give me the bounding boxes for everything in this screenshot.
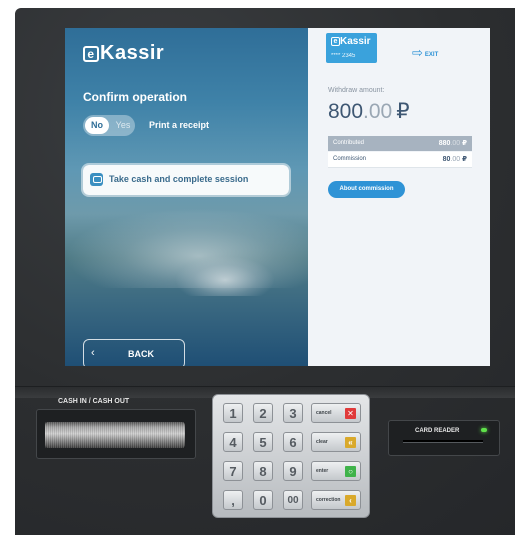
contributed-label: Contributed <box>333 140 365 146</box>
key-8[interactable]: 8 <box>253 461 273 481</box>
contributed-cents: .00 <box>450 140 461 147</box>
back-button[interactable]: ‹ BACK <box>83 339 185 366</box>
key-6[interactable]: 6 <box>283 432 303 452</box>
commission-cents: .00 <box>450 156 461 163</box>
take-cash-label: Take cash and complete session <box>109 174 249 184</box>
right-panel: e Kassir **** 2345 ⇨ EXIT Withdraw amount:… <box>308 28 490 366</box>
amount-main: 800 <box>328 100 364 123</box>
key-2[interactable]: 2 <box>253 403 273 423</box>
currency-symbol: ₽ <box>396 100 410 123</box>
cancel-key-label: cancel <box>316 410 332 416</box>
contributed-row: Contributed 880.00 ₽ <box>328 136 472 151</box>
contributed-value: 880.00 ₽ <box>439 139 467 147</box>
page-title: Confirm operation <box>83 90 187 104</box>
card-e-mark: e <box>331 37 340 46</box>
key-5[interactable]: 5 <box>253 432 273 452</box>
key-0[interactable]: 0 <box>253 490 273 510</box>
withdraw-amount-label: Withdraw amount: <box>328 87 385 94</box>
card-reader[interactable]: CARD READER <box>388 420 500 456</box>
chevron-left-icon: ‹ <box>91 347 95 359</box>
exit-button[interactable]: ⇨ EXIT <box>412 43 438 61</box>
print-receipt-label: Print a receipt <box>149 120 210 130</box>
contributed-currency: ₽ <box>462 140 467 147</box>
card-reader-label: CARD READER <box>415 428 460 434</box>
cash-icon <box>90 173 103 186</box>
cash-slot-label: CASH IN / CASH OUT <box>58 398 130 405</box>
key-4[interactable]: 4 <box>223 432 243 452</box>
card-reader-led-icon <box>481 428 487 432</box>
key-9[interactable]: 9 <box>283 461 303 481</box>
key-comma[interactable]: , <box>223 490 243 510</box>
take-cash-button[interactable]: Take cash and complete session <box>83 165 289 195</box>
key-3[interactable]: 3 <box>283 403 303 423</box>
toggle-no-option[interactable]: No <box>85 117 109 134</box>
background-rocks <box>175 256 275 296</box>
pin-keypad: 1 2 3 4 5 6 7 8 9 , 0 00 cancel ✕ clear … <box>212 394 370 518</box>
cancel-x-icon: ✕ <box>345 408 356 419</box>
back-label: BACK <box>128 349 154 359</box>
card-number: **** 2345 <box>331 53 356 59</box>
commission-value: 80.00 ₽ <box>443 155 467 163</box>
ekassir-logo: e Kassir <box>83 42 164 65</box>
key-7[interactable]: 7 <box>223 461 243 481</box>
cash-slot[interactable] <box>36 409 196 459</box>
correction-key-label: correction <box>316 497 341 503</box>
card-brand-name: Kassir <box>340 36 371 47</box>
left-panel: e Kassir Confirm operation No Yes Print a… <box>65 28 308 366</box>
amount-cents: .00 <box>363 100 393 123</box>
key-1[interactable]: 1 <box>223 403 243 423</box>
about-commission-button[interactable]: About commission <box>328 181 405 198</box>
commission-currency: ₽ <box>462 156 467 163</box>
commission-label: Commission <box>333 156 367 162</box>
cancel-key[interactable]: cancel ✕ <box>311 403 361 423</box>
receipt-toggle[interactable]: No Yes <box>83 115 135 136</box>
correction-key[interactable]: correction ‹ <box>311 490 361 510</box>
atm-screen: e Kassir Confirm operation No Yes Print a… <box>65 28 490 366</box>
card-slot[interactable] <box>403 440 483 443</box>
enter-key[interactable]: enter ○ <box>311 461 361 481</box>
exit-icon: ⇨ <box>412 45 423 60</box>
toggle-yes-option[interactable]: Yes <box>112 117 134 134</box>
card-brand: e Kassir <box>331 36 371 47</box>
amount-breakdown: Contributed 880.00 ₽ Commission 80.00 ₽ <box>328 136 472 168</box>
logo-text: Kassir <box>100 42 165 64</box>
cash-slot-opening <box>45 422 185 448</box>
enter-key-label: enter <box>316 468 329 474</box>
contributed-main: 880 <box>438 140 451 147</box>
correction-arrow-icon: ‹ <box>345 495 356 506</box>
clear-arrows-icon: « <box>345 437 356 448</box>
enter-circle-icon: ○ <box>345 466 356 477</box>
commission-row: Commission 80.00 ₽ <box>328 152 472 168</box>
key-00[interactable]: 00 <box>283 490 303 510</box>
withdraw-amount: 800.00 ₽ <box>328 99 410 124</box>
card-badge: e Kassir **** 2345 <box>326 33 377 63</box>
exit-label: EXIT <box>424 52 439 58</box>
clear-key-label: clear <box>316 439 328 445</box>
logo-e-mark: e <box>83 46 99 62</box>
clear-key[interactable]: clear « <box>311 432 361 452</box>
